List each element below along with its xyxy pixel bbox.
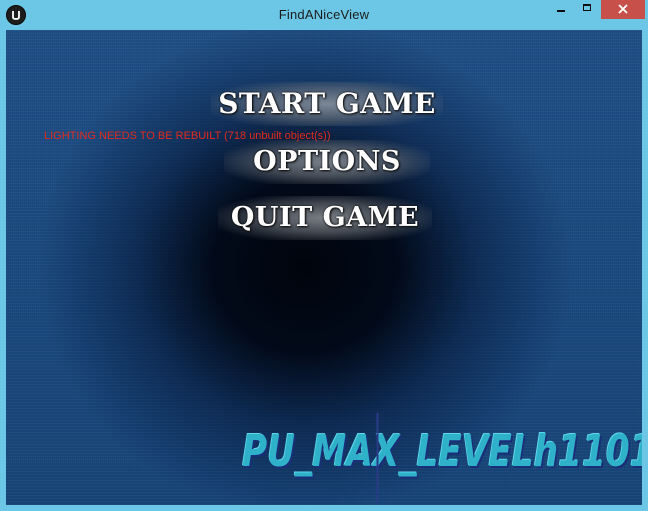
game-viewport[interactable]: START GAME LIGHTING NEEDS TO BE REBUILT … [6, 30, 642, 505]
close-icon [618, 4, 628, 14]
close-button[interactable] [601, 0, 645, 19]
start-game-button[interactable]: START GAME [211, 82, 443, 126]
level-name-label: PU_MAX_LEVELh110126 [242, 426, 642, 477]
quit-game-button[interactable]: QUIT GAME [218, 196, 432, 240]
app-window: FindANiceView START GAME LIGHTING NEEDS … [0, 0, 648, 511]
title-bar[interactable]: FindANiceView [0, 0, 648, 30]
options-button[interactable]: OPTIONS [224, 140, 430, 184]
maximize-button[interactable] [574, 0, 601, 19]
minimize-button[interactable] [548, 0, 574, 19]
